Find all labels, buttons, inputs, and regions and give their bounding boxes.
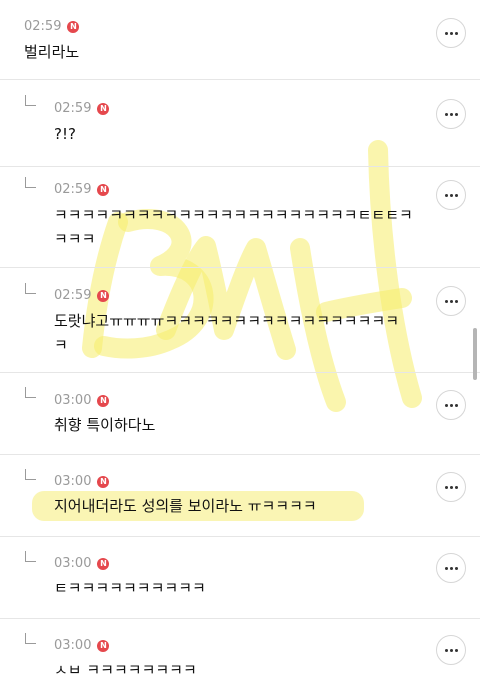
reply-item: 03:00 N 지어내더라도 성의를 보이라노 ㅠㅋㅋㅋㅋ bbox=[0, 455, 480, 537]
comment-meta: 02:59 N bbox=[54, 288, 110, 303]
comment-time: 03:00 bbox=[54, 638, 92, 653]
comment-time: 02:59 bbox=[54, 288, 92, 303]
more-dots-icon bbox=[444, 566, 458, 570]
comment-text: ㅅㅂ ㅋㅋㅋㅋㅋㅋㅋㅋ bbox=[54, 661, 197, 679]
more-options-button[interactable] bbox=[436, 180, 466, 210]
comment-time: 03:00 bbox=[54, 474, 92, 489]
comment-meta: 02:59 N bbox=[54, 182, 110, 197]
reply-item: 03:00 N ㅌㅋㅋㅋㅋㅋㅋㅋㅋㅋㅋ bbox=[0, 537, 480, 619]
new-badge-icon: N bbox=[67, 20, 80, 33]
reply-arrow-icon bbox=[25, 551, 36, 562]
reply-item: 03:00 N ㅅㅂ ㅋㅋㅋㅋㅋㅋㅋㅋ bbox=[0, 619, 480, 690]
comment-time: 02:59 bbox=[24, 19, 62, 34]
reply-item: 03:00 N 취향 특이하다노 bbox=[0, 373, 480, 455]
more-options-button[interactable] bbox=[436, 553, 466, 583]
reply-item: 02:59 N ㅋㅋㅋㅋㅋㅋㅋㅋㅋㅋㅋㅋㅋㅋㅋㅋㅋㅋㅋㅋㅋㅋㅌㅌㅌㅋ ㅋㅋㅋ bbox=[0, 167, 480, 268]
more-options-button[interactable] bbox=[436, 99, 466, 129]
new-badge-icon: N bbox=[97, 102, 110, 115]
comment-meta: 02:59 N bbox=[24, 19, 80, 34]
comment-time: 02:59 bbox=[54, 182, 92, 197]
new-badge-icon: N bbox=[97, 394, 110, 407]
reply-item: 02:59 N 도랏냐고ㅠㅠㅠㅠㅋㅋㅋㅋㅋㅋㅋㅋㅋㅋㅋㅋㅋㅋㅋㅋㅋ ㅋ bbox=[0, 268, 480, 373]
comment-text-line2: ㅋㅋㅋ bbox=[54, 230, 96, 248]
more-options-button[interactable] bbox=[436, 390, 466, 420]
reply-arrow-icon bbox=[25, 95, 36, 106]
comment-text: 지어내더라도 성의를 보이라노 ㅠㅋㅋㅋㅋ bbox=[54, 497, 317, 515]
comment-text: ?!? bbox=[54, 125, 76, 143]
comment-meta: 02:59 N bbox=[54, 101, 110, 116]
reply-arrow-icon bbox=[25, 633, 36, 644]
more-dots-icon bbox=[444, 485, 458, 489]
more-dots-icon bbox=[444, 193, 458, 197]
more-dots-icon bbox=[444, 403, 458, 407]
comment-text: 도랏냐고ㅠㅠㅠㅠㅋㅋㅋㅋㅋㅋㅋㅋㅋㅋㅋㅋㅋㅋㅋㅋㅋ bbox=[54, 312, 400, 330]
more-options-button[interactable] bbox=[436, 635, 466, 665]
more-options-button[interactable] bbox=[436, 286, 466, 316]
comment-text-line2: ㅋ bbox=[54, 336, 68, 354]
more-dots-icon bbox=[444, 299, 458, 303]
comment-text: 취향 특이하다노 bbox=[54, 416, 156, 434]
comment-meta: 03:00 N bbox=[54, 638, 110, 653]
comment-meta: 03:00 N bbox=[54, 474, 110, 489]
more-options-button[interactable] bbox=[436, 18, 466, 48]
reply-arrow-icon bbox=[25, 387, 36, 398]
comment-text: 벌리라노 bbox=[24, 43, 80, 61]
new-badge-icon: N bbox=[97, 557, 110, 570]
comment-meta: 03:00 N bbox=[54, 393, 110, 408]
comment-time: 03:00 bbox=[54, 393, 92, 408]
reply-arrow-icon bbox=[25, 177, 36, 188]
new-badge-icon: N bbox=[97, 475, 110, 488]
reply-item: 02:59 N ?!? bbox=[0, 80, 480, 167]
more-dots-icon bbox=[444, 112, 458, 116]
scrollbar[interactable] bbox=[473, 328, 477, 380]
reply-arrow-icon bbox=[25, 469, 36, 480]
more-options-button[interactable] bbox=[436, 472, 466, 502]
comment-text: ㅋㅋㅋㅋㅋㅋㅋㅋㅋㅋㅋㅋㅋㅋㅋㅋㅋㅋㅋㅋㅋㅋㅌㅌㅌㅋ bbox=[54, 206, 413, 224]
new-badge-icon: N bbox=[97, 639, 110, 652]
comment-time: 03:00 bbox=[54, 556, 92, 571]
comment-item: 02:59 N 벌리라노 bbox=[0, 0, 480, 80]
new-badge-icon: N bbox=[97, 289, 110, 302]
more-dots-icon bbox=[444, 31, 458, 35]
reply-arrow-icon bbox=[25, 283, 36, 294]
comment-time: 02:59 bbox=[54, 101, 92, 116]
new-badge-icon: N bbox=[97, 183, 110, 196]
more-dots-icon bbox=[444, 648, 458, 652]
comment-text: ㅌㅋㅋㅋㅋㅋㅋㅋㅋㅋㅋ bbox=[54, 579, 206, 597]
comment-meta: 03:00 N bbox=[54, 556, 110, 571]
